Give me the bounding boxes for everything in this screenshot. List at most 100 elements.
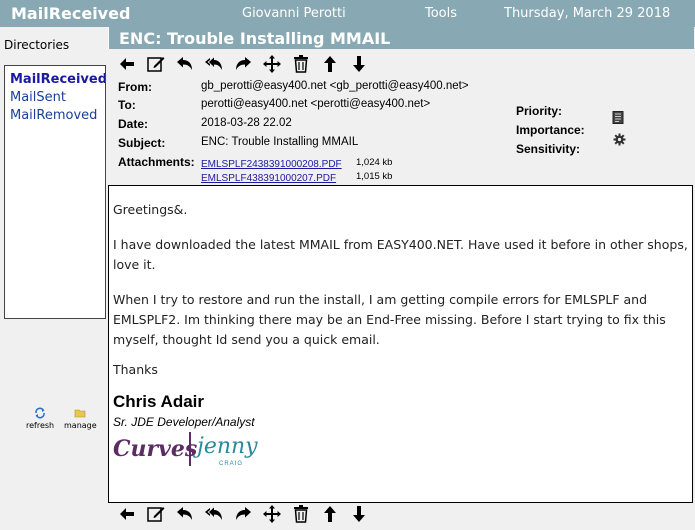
top-bar: MailReceived Giovanni Perotti Tools Thur… [0, 0, 695, 27]
forward-button[interactable] [232, 503, 254, 525]
logo-divider [189, 432, 191, 466]
priority-row: Priority: [516, 104, 562, 118]
edit-icon [147, 507, 165, 522]
trash-icon [294, 505, 308, 523]
directory-mailsent[interactable]: MailSent [10, 90, 66, 105]
reply-button[interactable] [174, 53, 196, 75]
move-icon [263, 55, 281, 73]
attachments-row: Attachments: [118, 155, 195, 169]
next-button[interactable] [348, 53, 370, 75]
arrow-down-icon [353, 56, 365, 72]
back-button[interactable] [116, 503, 138, 525]
logo-curves-text: Curves [113, 436, 198, 462]
message-body: Greetings&. I have downloaded the latest… [108, 185, 693, 503]
to-label: To: [118, 98, 136, 112]
delete-button[interactable] [290, 503, 312, 525]
edit-button[interactable] [145, 53, 167, 75]
directory-mailremoved[interactable]: MailRemoved [10, 108, 97, 123]
sidebar: Directories MailReceived ( MailSent Mail… [0, 27, 108, 530]
priority-document-icon [612, 111, 624, 124]
previous-button[interactable] [319, 53, 341, 75]
back-button[interactable] [116, 53, 138, 75]
body-greeting: Greetings&. [113, 202, 188, 217]
trash-icon [294, 55, 308, 73]
attachment-size: 1,024 kb [356, 157, 393, 168]
previous-button[interactable] [319, 503, 341, 525]
user-name: Giovanni Perotti [242, 6, 346, 21]
reply-all-icon [205, 57, 222, 70]
attachment-item: EMLSPLF2438391000208.PDF [201, 156, 342, 170]
arrow-up-icon [324, 56, 336, 72]
message-toolbar-bottom [116, 503, 396, 525]
move-button[interactable] [261, 53, 283, 75]
sensitivity-row: Sensitivity: [516, 142, 580, 156]
edit-button[interactable] [145, 503, 167, 525]
logo-jenny-text: jenny [197, 434, 258, 459]
directory-label: MailReceived [10, 72, 106, 87]
manage-label: manage [64, 421, 97, 430]
signature-name: Chris Adair [113, 392, 205, 411]
body-paragraph-1: I have downloaded the latest MMAIL from … [113, 237, 688, 272]
current-date: Thursday, March 29 2018 [504, 6, 671, 21]
directory-mailreceived[interactable]: MailReceived ( [10, 72, 106, 87]
company-logo: Curves jenny CRAIG [113, 432, 273, 476]
attachment-link[interactable]: EMLSPLF438391000207.PDF [201, 173, 336, 184]
back-arrow-icon [120, 508, 134, 520]
body-paragraph-2: When I try to restore and run the instal… [113, 292, 666, 347]
folder-icon [75, 409, 86, 418]
reply-all-button[interactable] [203, 53, 225, 75]
date-label: Date: [118, 117, 149, 131]
forward-button[interactable] [232, 53, 254, 75]
message-pane: ENC: Trouble Installing MMAIL From: gb_p… [108, 27, 695, 530]
logo-craig-text: CRAIG [219, 461, 244, 467]
subject-row: Subject: [118, 136, 165, 150]
to-value: perotti@easy400.net <perotti@easy400.net… [201, 98, 431, 110]
gear-icon [613, 133, 626, 146]
directories-heading: Directories [4, 38, 70, 52]
reply-all-button[interactable] [203, 503, 225, 525]
body-thanks: Thanks [113, 362, 158, 377]
move-button[interactable] [261, 503, 283, 525]
from-label: From: [118, 80, 152, 94]
directory-list: MailReceived ( MailSent MailRemoved [4, 65, 106, 319]
subject-label: Subject: [118, 136, 166, 150]
attachment-size: 1,015 kb [356, 171, 393, 182]
message-toolbar-top [116, 53, 396, 75]
edit-icon [147, 57, 165, 72]
forward-icon [236, 507, 251, 520]
arrow-down-icon [353, 506, 365, 522]
importance-row: Importance: [516, 123, 585, 137]
tools-menu[interactable]: Tools [425, 6, 457, 21]
reply-icon [177, 507, 192, 520]
refresh-icon [35, 407, 45, 419]
importance-label: Importance: [516, 123, 585, 137]
refresh-button[interactable]: refresh [26, 407, 54, 430]
next-button[interactable] [348, 503, 370, 525]
app-title: MailReceived [11, 4, 131, 23]
from-row: From: [118, 80, 152, 94]
reply-icon [177, 57, 192, 70]
refresh-label: refresh [26, 421, 55, 430]
date-value: 2018-03-28 22.02 [201, 117, 292, 129]
priority-label: Priority: [516, 104, 563, 118]
to-row: To: [118, 98, 136, 112]
reply-all-icon [205, 507, 222, 520]
directory-label: MailSent [10, 90, 66, 105]
arrow-up-icon [324, 506, 336, 522]
directory-label: MailRemoved [10, 108, 98, 123]
message-title-bar: ENC: Trouble Installing MMAIL [108, 27, 694, 49]
reply-button[interactable] [174, 503, 196, 525]
back-arrow-icon [120, 58, 134, 70]
attachments-label: Attachments: [118, 155, 195, 169]
message-title: ENC: Trouble Installing MMAIL [119, 29, 391, 48]
date-row: Date: [118, 117, 148, 131]
subject-value: ENC: Trouble Installing MMAIL [201, 136, 359, 148]
delete-button[interactable] [290, 53, 312, 75]
from-value: gb_perotti@easy400.net <gb_perotti@easy4… [201, 80, 469, 92]
signature-title: Sr. JDE Developer/Analyst [113, 415, 255, 429]
sensitivity-label: Sensitivity: [516, 142, 581, 156]
attachment-link[interactable]: EMLSPLF2438391000208.PDF [201, 159, 342, 170]
forward-icon [236, 57, 251, 70]
manage-button[interactable]: manage [64, 407, 97, 430]
move-icon [263, 505, 281, 523]
